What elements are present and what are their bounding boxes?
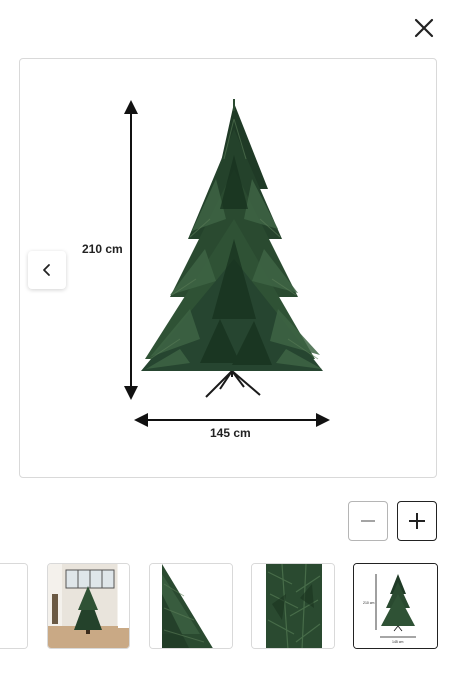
thumbnail-image: 210 cm 145 cm <box>354 564 437 648</box>
thumbnail-branch-closeup[interactable] <box>149 563 233 649</box>
tree-shape <box>141 99 323 371</box>
thumbnail-dimensions[interactable]: 210 cm 145 cm <box>353 563 438 649</box>
width-label: 145 cm <box>210 426 251 440</box>
zoom-in-button[interactable] <box>397 501 437 541</box>
previous-image-button[interactable] <box>28 251 66 289</box>
thumbnail-image <box>150 564 232 648</box>
close-icon <box>414 18 434 38</box>
tree-dimensions-image <box>124 99 330 427</box>
thumbnail-needles-detail[interactable] <box>251 563 335 649</box>
thumbnail-image <box>252 564 334 648</box>
thumbnail-image <box>48 564 129 648</box>
thumbnail-partial[interactable] <box>0 563 28 649</box>
thumbnail-image <box>0 564 27 648</box>
thumbnail-width-label: 145 cm <box>392 640 404 644</box>
thumbnail-room-scene[interactable] <box>47 563 130 649</box>
main-image-frame: 210 cm 145 cm <box>19 58 437 478</box>
thumbnail-height-label: 210 cm <box>363 601 375 605</box>
close-button[interactable] <box>406 10 442 46</box>
chevron-left-icon <box>43 264 50 276</box>
plus-icon <box>409 513 425 529</box>
product-image-viewer: 210 cm 145 cm 210 cm 145 cm <box>0 0 456 700</box>
minus-icon <box>361 520 375 522</box>
zoom-out-button[interactable] <box>348 501 388 541</box>
height-label: 210 cm <box>82 242 123 256</box>
